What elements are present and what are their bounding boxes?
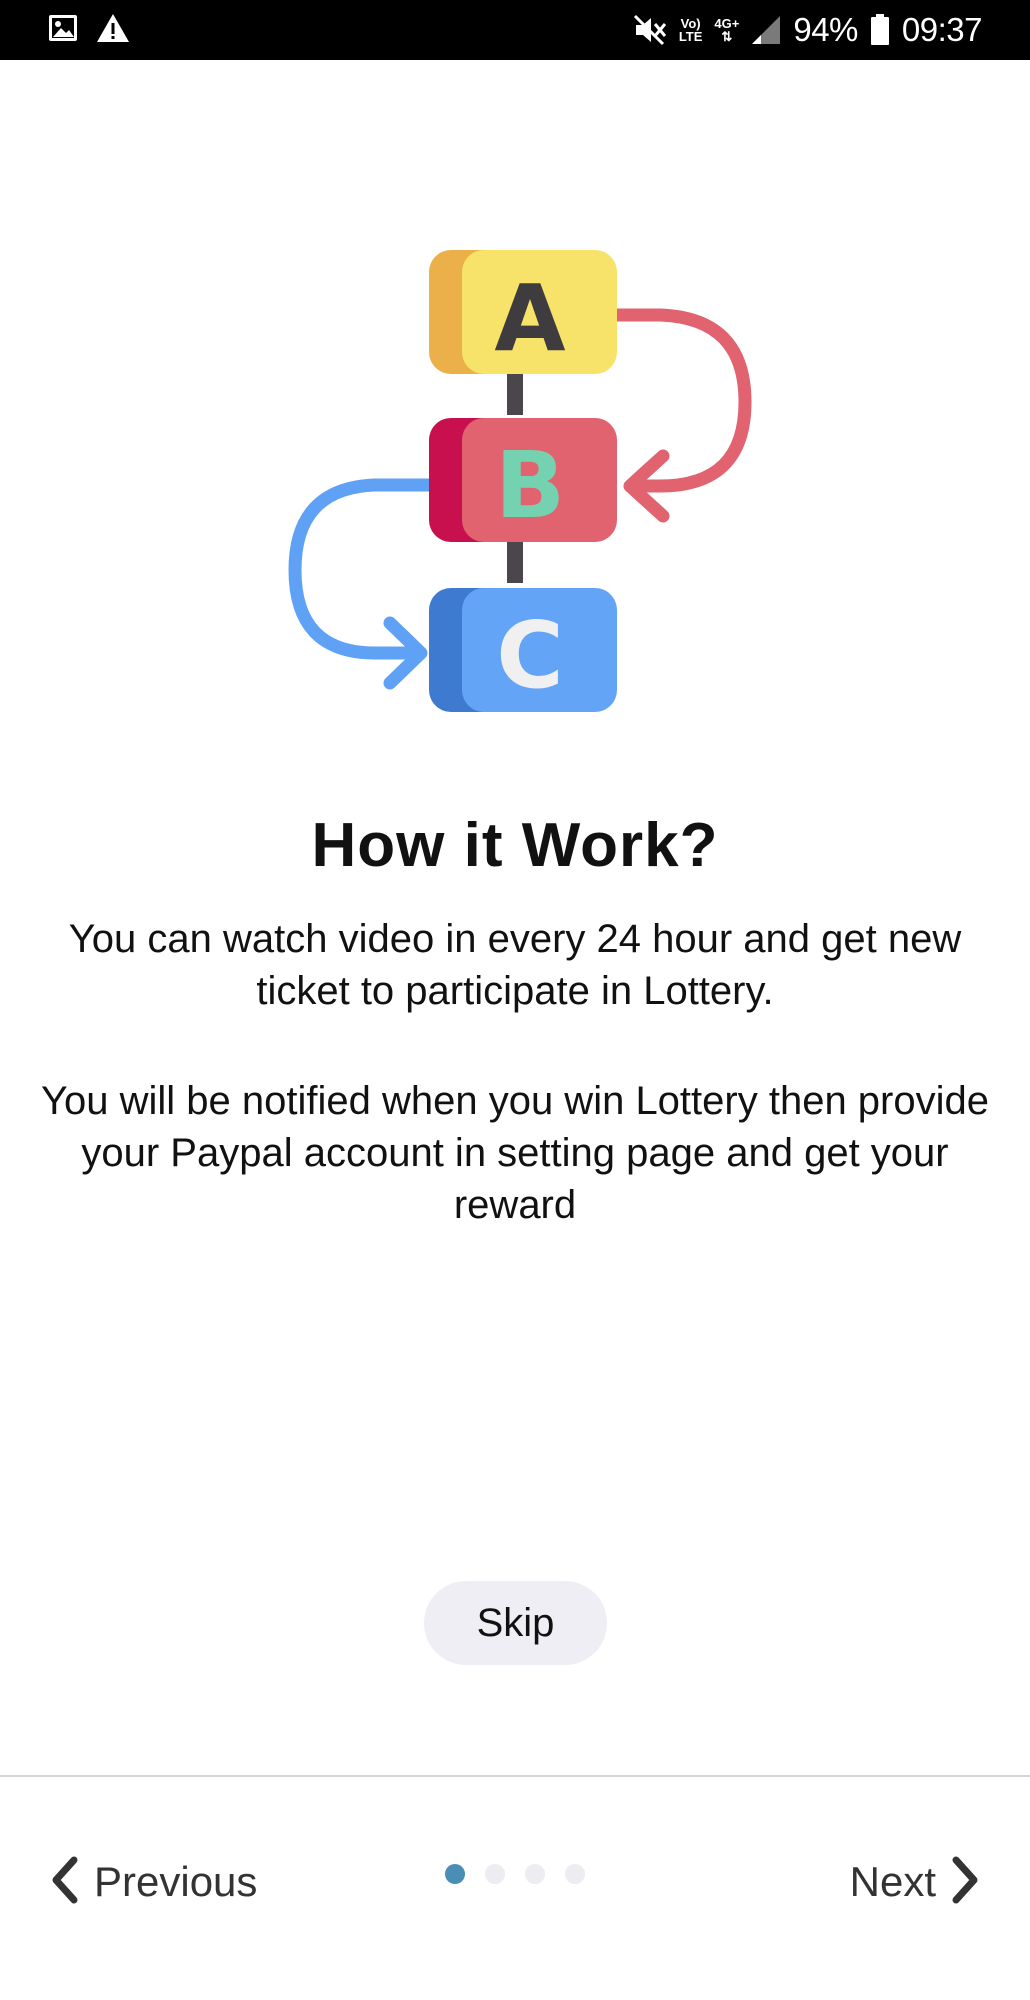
battery-percent: 94%	[793, 11, 858, 48]
page-dot-1[interactable]	[445, 1864, 465, 1884]
previous-button[interactable]: Previous	[50, 1852, 257, 1912]
warning-icon	[96, 13, 130, 43]
right-arrow	[588, 308, 752, 493]
block-b-letter: B	[495, 432, 565, 539]
status-right-icons: Vo) LTE 4G+ ⇅ 94% 09:37	[633, 8, 983, 52]
connector-b-c	[507, 538, 523, 583]
bottom-divider	[0, 1775, 1030, 1777]
page-title: How it Work?	[311, 811, 719, 880]
left-arrow	[288, 478, 452, 660]
page-dot-2[interactable]	[485, 1864, 505, 1884]
status-time: 09:37	[901, 11, 983, 48]
block-c-letter: C	[496, 602, 564, 709]
previous-label: Previous	[94, 1858, 258, 1905]
network-4g-icon: 4G+ ⇅	[714, 17, 739, 43]
onboarding-screen: Vo) LTE 4G+ ⇅ 94% 09:37 A B C How it Wor…	[0, 0, 1030, 2000]
data-arrows-icon: ⇅	[721, 29, 733, 44]
chevron-left-icon	[50, 1856, 80, 1909]
skip-button[interactable]: Skip	[424, 1581, 607, 1665]
page-dot-3[interactable]	[525, 1864, 545, 1884]
next-label: Next	[849, 1858, 936, 1905]
chevron-right-icon	[950, 1856, 980, 1909]
mute-icon	[633, 14, 667, 46]
block-a-letter: A	[494, 265, 565, 372]
page-dot-4[interactable]	[565, 1864, 585, 1884]
signal-icon	[751, 15, 781, 45]
status-left-icons	[48, 13, 130, 43]
abc-steps-illustration: A B C	[0, 240, 1030, 740]
next-button[interactable]: Next	[850, 1852, 980, 1912]
description-paragraph-1: You can watch video in every 24 hour and…	[68, 917, 962, 1013]
abc-steps-graphic: A B C	[288, 250, 752, 712]
volte-bottom-label: LTE	[678, 29, 703, 44]
image-icon	[48, 13, 78, 43]
status-bar: Vo) LTE 4G+ ⇅ 94% 09:37	[0, 0, 1030, 60]
description-paragraph-2: You will be notified when you win Lotter…	[40, 1079, 989, 1227]
page-indicator	[445, 1864, 585, 1884]
battery-icon	[870, 14, 890, 46]
connector-a-b	[507, 370, 523, 415]
volte-icon: Vo) LTE	[679, 17, 703, 43]
